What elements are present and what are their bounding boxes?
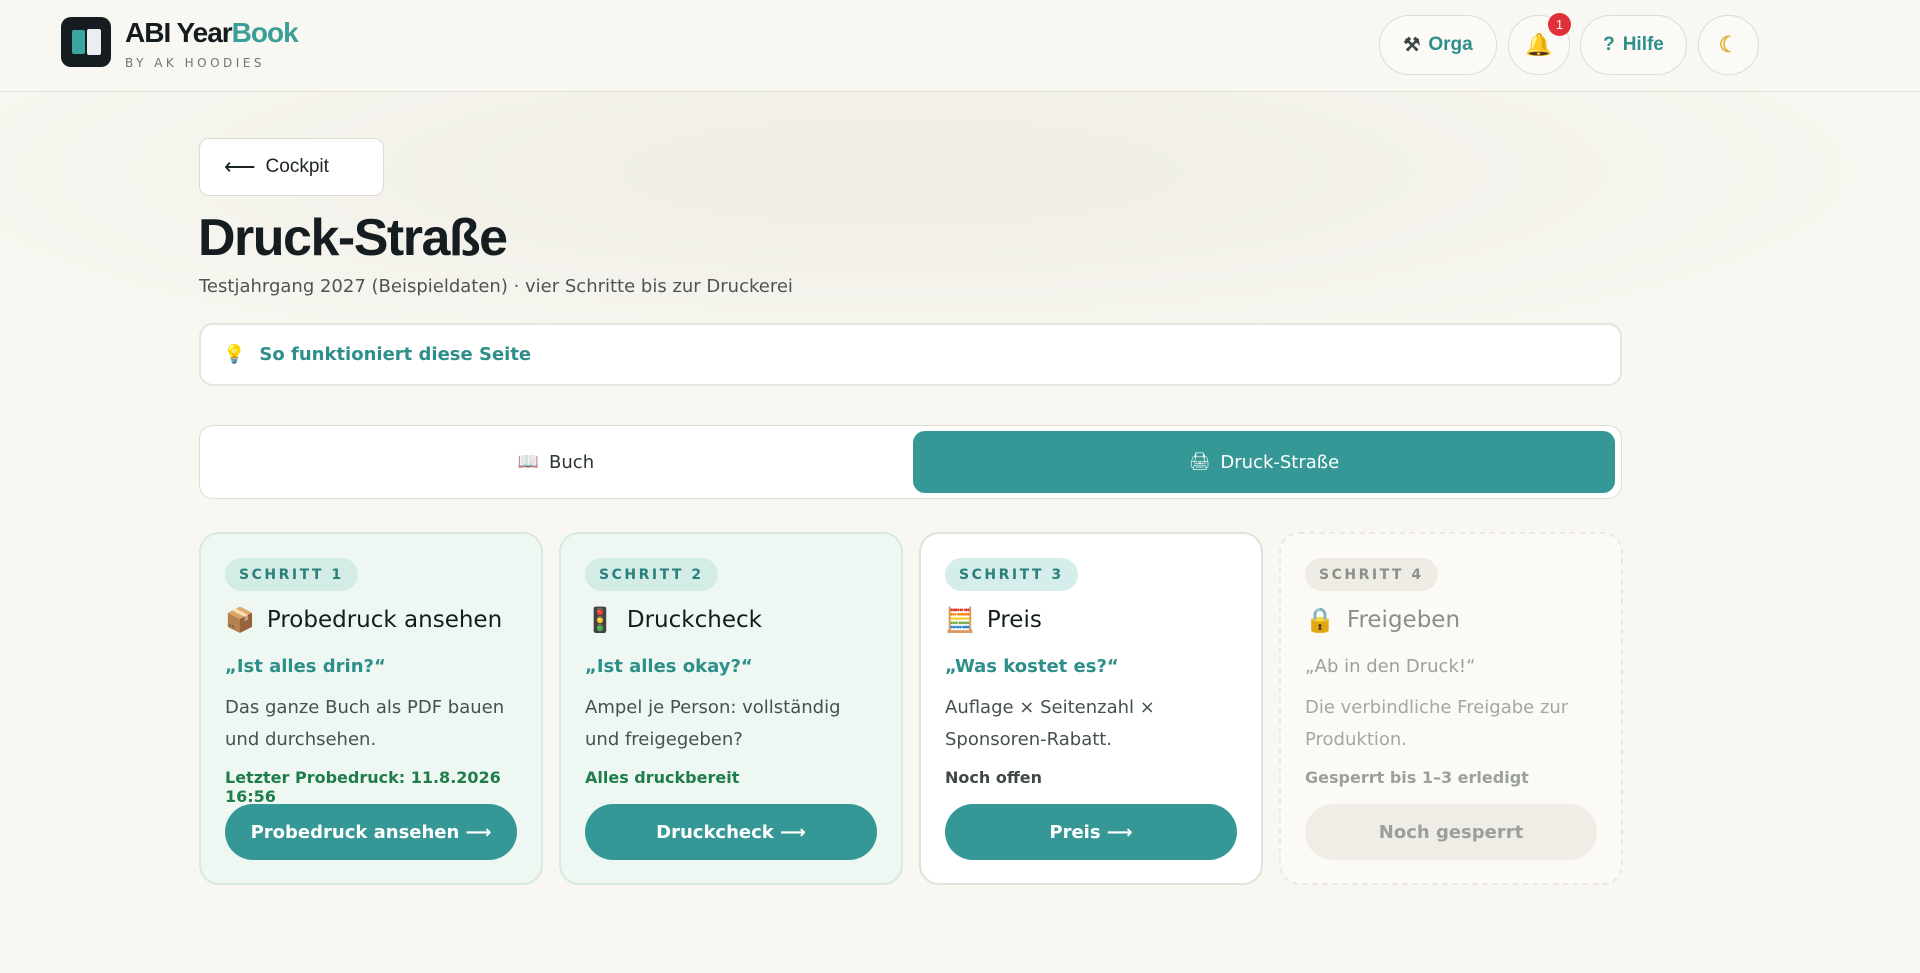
card-quote: „Ab in den Druck!“ bbox=[1305, 656, 1476, 677]
step-card-druckcheck: SCHRITT 2 🚦 Druckcheck „Ist alles okay?“… bbox=[559, 532, 903, 885]
step-card-preis: SCHRITT 3 🧮 Preis „Was kostet es?“ Aufla… bbox=[919, 532, 1263, 885]
step-card-freigeben: SCHRITT 4 🔒 Freigeben „Ab in den Druck!“… bbox=[1279, 532, 1623, 885]
lock-icon: 🔒 bbox=[1305, 606, 1335, 634]
tools-icon: ⚒ bbox=[1403, 34, 1421, 56]
step-pill: SCHRITT 4 bbox=[1305, 558, 1438, 591]
card-title: 📦 Probedruck ansehen bbox=[225, 606, 502, 634]
card-description: Die verbindliche Freigabe zur Produktion… bbox=[1305, 697, 1569, 750]
moon-icon: ☾ bbox=[1718, 32, 1739, 57]
card-title-text: Freigeben bbox=[1346, 607, 1461, 633]
help-panel-toggle[interactable]: 💡 So funktioniert diese Seite bbox=[199, 323, 1622, 386]
orga-label: Orga bbox=[1428, 34, 1473, 55]
logo-page-left bbox=[72, 30, 85, 54]
app-logo[interactable] bbox=[61, 17, 111, 67]
preis-button[interactable]: Preis ⟶ bbox=[945, 804, 1237, 860]
card-description: Ampel je Person: vollständig und freigeg… bbox=[585, 697, 841, 750]
freigeben-button-disabled: Noch gesperrt bbox=[1305, 804, 1597, 860]
help-panel-label: So funktioniert diese Seite bbox=[259, 344, 532, 365]
traffic-light-icon: 🚦 bbox=[585, 606, 615, 634]
bell-icon: 🔔 bbox=[1525, 32, 1553, 57]
package-icon: 📦 bbox=[225, 606, 255, 634]
card-status: Gesperrt bis 1–3 erledigt bbox=[1305, 768, 1529, 787]
brand-accent: Book bbox=[231, 17, 299, 48]
card-status: Noch offen bbox=[945, 768, 1043, 787]
card-quote: „Ist alles drin?“ bbox=[225, 656, 386, 677]
card-quote: „Ist alles okay?“ bbox=[585, 656, 753, 677]
card-title-text: Probedruck ansehen bbox=[266, 607, 503, 633]
arrow-left-icon: ⟵ bbox=[224, 154, 256, 179]
step-pill: SCHRITT 1 bbox=[225, 558, 358, 591]
view-tabs: 📖 Buch 🖨 Druck-Straße bbox=[199, 425, 1622, 499]
card-title-text: Preis bbox=[986, 607, 1042, 633]
tab-druck-strasse[interactable]: 🖨 Druck-Straße bbox=[913, 431, 1615, 493]
book-icon: 📖 bbox=[517, 452, 540, 472]
card-description: Auflage × Seitenzahl × Sponsoren-Rabatt. bbox=[945, 697, 1155, 750]
orga-button[interactable]: ⚒ Orga bbox=[1379, 15, 1497, 75]
card-quote: „Was kostet es?“ bbox=[945, 656, 1119, 677]
help-label: Hilfe bbox=[1622, 34, 1664, 55]
brand-subtitle: BY AK HOODIES bbox=[125, 56, 266, 70]
help-button[interactable]: ? Hilfe bbox=[1580, 15, 1687, 75]
lightbulb-icon: 💡 bbox=[223, 344, 246, 365]
step-pill: SCHRITT 2 bbox=[585, 558, 718, 591]
printer-icon: 🖨 bbox=[1188, 452, 1211, 472]
card-title-text: Druckcheck bbox=[626, 607, 762, 633]
back-label: Cockpit bbox=[265, 156, 329, 177]
tab-buch[interactable]: 📖 Buch bbox=[205, 431, 907, 493]
brand-main: ABI Year bbox=[125, 17, 233, 48]
druckcheck-button[interactable]: Druckcheck ⟶ bbox=[585, 804, 877, 860]
card-title: 🧮 Preis bbox=[945, 606, 1042, 634]
question-icon: ? bbox=[1603, 34, 1615, 55]
page-subtitle: Testjahrgang 2027 (Beispieldaten) · vier… bbox=[199, 276, 793, 297]
abacus-icon: 🧮 bbox=[945, 606, 975, 634]
card-title: 🔒 Freigeben bbox=[1305, 606, 1460, 634]
tab-druck-strasse-label: Druck-Straße bbox=[1220, 451, 1340, 473]
card-title: 🚦 Druckcheck bbox=[585, 606, 762, 634]
top-bar: ABI YearBook BY AK HOODIES ⚒ Orga 🔔 1 ? … bbox=[0, 0, 1920, 92]
card-status: Letzter Probedruck: 11.8.2026 16:56 bbox=[225, 768, 501, 806]
probedruck-button[interactable]: Probedruck ansehen ⟶ bbox=[225, 804, 517, 860]
step-pill: SCHRITT 3 bbox=[945, 558, 1078, 591]
brand-name: ABI YearBook bbox=[125, 17, 299, 49]
tab-buch-label: Buch bbox=[549, 451, 595, 473]
back-to-cockpit-button[interactable]: ⟵ Cockpit bbox=[199, 138, 384, 196]
card-description: Das ganze Buch als PDF bauen und durchse… bbox=[225, 697, 505, 750]
step-card-probedruck: SCHRITT 1 📦 Probedruck ansehen „Ist alle… bbox=[199, 532, 543, 885]
card-status: Alles druckbereit bbox=[585, 768, 740, 787]
notification-badge: 1 bbox=[1548, 13, 1571, 36]
theme-toggle-button[interactable]: ☾ bbox=[1698, 15, 1759, 75]
logo-page-right bbox=[87, 29, 101, 55]
page-title: Druck-Straße bbox=[198, 209, 508, 267]
